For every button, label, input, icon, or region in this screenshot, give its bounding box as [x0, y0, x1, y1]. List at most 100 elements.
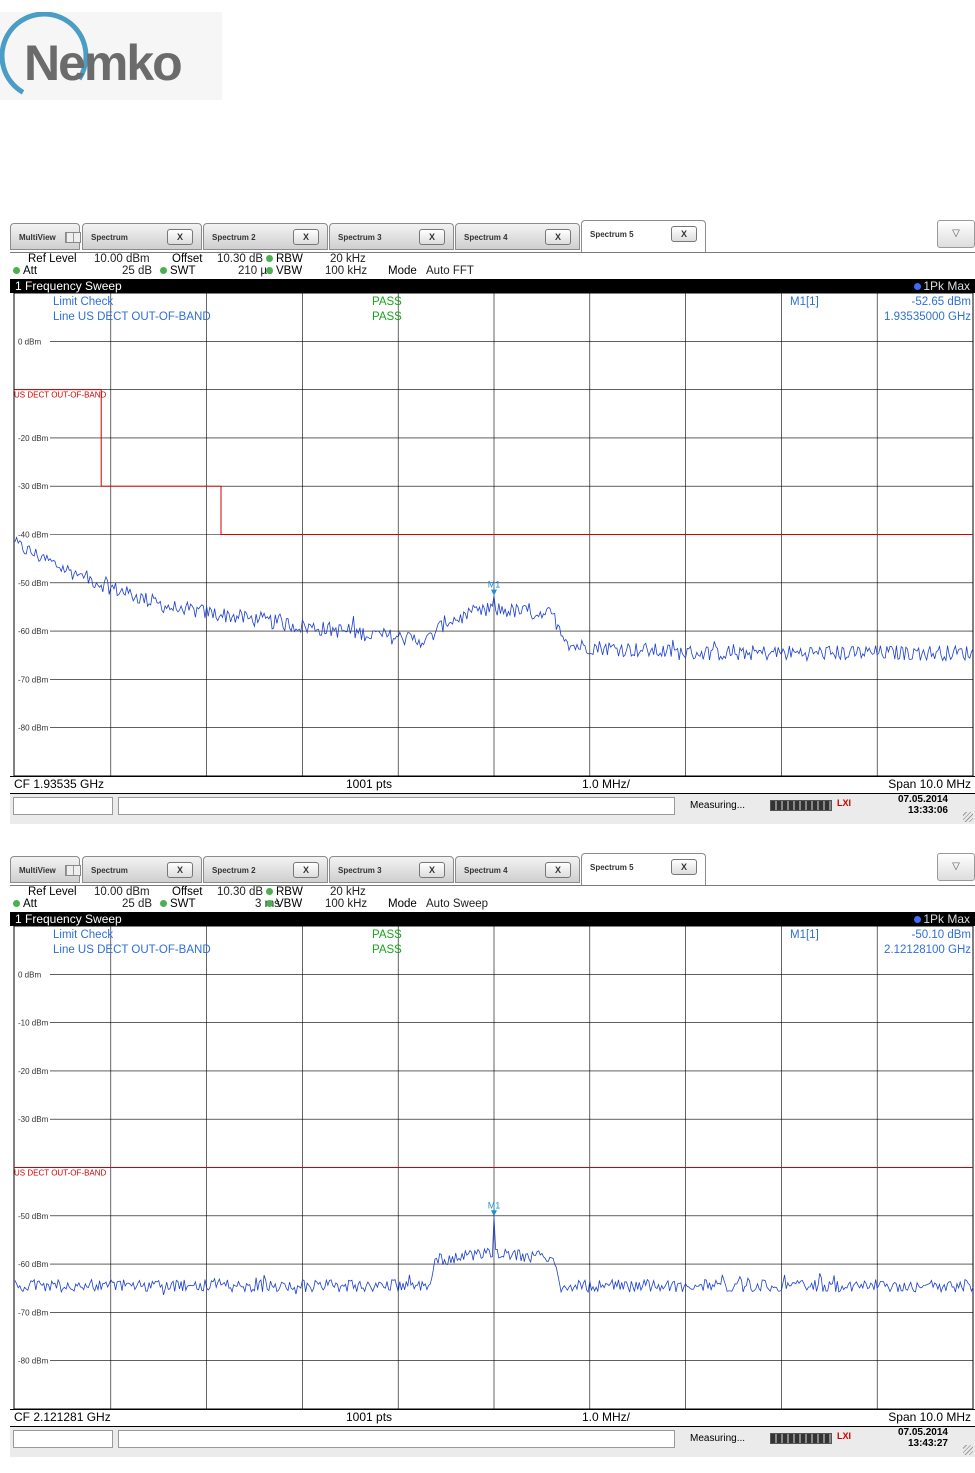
- marker-triangle-icon: [491, 1210, 497, 1217]
- center-frequency: CF 1.93535 GHz: [14, 777, 105, 791]
- tab-spectrum-5[interactable]: Spectrum 5 X: [581, 220, 706, 252]
- measuring-status: Measuring...: [690, 1433, 746, 1444]
- tab-multiview[interactable]: MultiView: [10, 856, 81, 883]
- frequency-axis-bar: CF 1.93535 GHz 1001 pts 1.0 MHz/ Span 10…: [10, 776, 975, 794]
- dropdown-button[interactable]: ▽: [937, 853, 975, 881]
- spectrum-plot[interactable]: 0 dBm -10 dBm -20 dBm -30 dBm -50 dBm -60 dBm…: [10, 926, 975, 1409]
- limit-check-result: PASS: [372, 296, 402, 308]
- tab-spectrum-3[interactable]: Spectrum 3 X: [329, 856, 454, 883]
- tab-close-button[interactable]: X: [419, 862, 445, 878]
- coupling-dot-icon: [266, 267, 273, 275]
- status-field: [13, 797, 113, 815]
- tab-close-button[interactable]: X: [293, 862, 319, 878]
- progress-bar: [770, 800, 832, 811]
- span: Span 10.0 MHz: [888, 777, 971, 791]
- frequency-axis-bar: CF 2.121281 GHz 1001 pts 1.0 MHz/ Span 1…: [10, 1409, 975, 1427]
- tab-close-button[interactable]: X: [167, 229, 193, 245]
- measuring-status: Measuring...: [690, 800, 746, 811]
- ref-level-value: 10.00 dBm: [94, 886, 150, 898]
- sweep-points: 1001 pts: [346, 777, 393, 791]
- limit-line-label: Line US DECT OUT-OF-BAND: [53, 944, 211, 956]
- lxi-icon: LXI: [837, 798, 852, 808]
- status-bar: Measuring... LXI 07.05.2014 13:43:27: [10, 1427, 975, 1457]
- sweep-title: 1 Frequency Sweep: [15, 912, 122, 926]
- progress-bar: [770, 1433, 832, 1444]
- frequency-per-division: 1.0 MHz/: [582, 777, 631, 791]
- vbw-label: VBW: [276, 265, 303, 277]
- tab-close-button[interactable]: X: [671, 226, 697, 242]
- limit-line-label: Line US DECT OUT-OF-BAND: [53, 311, 211, 323]
- coupling-dot-icon: [266, 900, 273, 908]
- y-tick-label: -80 dBm: [18, 724, 49, 733]
- time: 13:43:27: [907, 1438, 948, 1449]
- ref-level-value: 10.00 dBm: [94, 253, 150, 265]
- mode-value: Auto FFT: [426, 265, 474, 277]
- swt-label: SWT: [170, 265, 196, 277]
- y-tick-label: -50 dBm: [18, 579, 49, 588]
- tab-label: Spectrum 4: [464, 233, 508, 242]
- y-tick-label: -20 dBm: [18, 434, 49, 443]
- ref-level-label: Ref Level: [28, 253, 77, 265]
- tab-label: Spectrum 3: [338, 866, 382, 875]
- limit-check-label: Limit Check: [53, 296, 113, 308]
- y-tick-label: -60 dBm: [18, 627, 49, 636]
- trace-mode: 1Pk Max: [923, 912, 970, 926]
- tab-close-button[interactable]: X: [545, 862, 571, 878]
- marker-label: M1[1]: [790, 296, 819, 308]
- tab-spectrum-5[interactable]: Spectrum 5 X: [581, 853, 706, 885]
- tab-close-button[interactable]: X: [671, 859, 697, 875]
- resize-grip[interactable]: [963, 812, 973, 822]
- y-tick-label: -50 dBm: [18, 1212, 49, 1221]
- status-field: [13, 1430, 113, 1448]
- spectrum-plot[interactable]: 0 dBm -20 dBm -30 dBm -40 dBm -50 dBm -60 dBm…: [10, 293, 975, 776]
- coupling-dot-icon: [266, 255, 273, 263]
- center-frequency: CF 2.121281 GHz: [14, 1410, 111, 1424]
- sweep-title-bar: 1 Frequency Sweep 1Pk Max: [10, 912, 975, 926]
- limit-check-result: PASS: [372, 929, 402, 941]
- y-tick-label: -80 dBm: [18, 1357, 49, 1366]
- trace-mode: 1Pk Max: [923, 279, 970, 293]
- y-tick-label: -20 dBm: [18, 1067, 49, 1076]
- y-tick-label: -10 dBm: [18, 1019, 49, 1028]
- att-label: Att: [23, 898, 38, 910]
- tab-close-button[interactable]: X: [293, 229, 319, 245]
- sweep-title: 1 Frequency Sweep: [15, 279, 122, 293]
- offset-label: Offset: [172, 253, 203, 265]
- tab-label: MultiView: [19, 233, 56, 242]
- rbw-value: 20 kHz: [330, 886, 366, 898]
- ref-level-label: Ref Level: [28, 886, 77, 898]
- tab-spectrum[interactable]: Spectrum X: [82, 223, 202, 250]
- tab-multiview[interactable]: MultiView: [10, 223, 81, 250]
- tab-close-button[interactable]: X: [545, 229, 571, 245]
- tab-label: Spectrum 3: [338, 233, 382, 242]
- tab-label: MultiView: [19, 866, 56, 875]
- logo-text: Nemko: [24, 35, 183, 91]
- limit-line-name: US DECT OUT-OF-BAND: [14, 1169, 107, 1178]
- tab-spectrum-2[interactable]: Spectrum 2 X: [203, 223, 328, 250]
- dropdown-button[interactable]: ▽: [937, 220, 975, 248]
- tab-label: Spectrum 4: [464, 866, 508, 875]
- tab-spectrum-4[interactable]: Spectrum 4 X: [455, 856, 580, 883]
- y-tick-label: -70 dBm: [18, 675, 49, 684]
- marker-frequency: 1.93535000 GHz: [884, 311, 971, 323]
- tab-close-button[interactable]: X: [419, 229, 445, 245]
- span: Span 10.0 MHz: [888, 1410, 971, 1424]
- vbw-value: 100 kHz: [325, 898, 368, 910]
- tab-close-button[interactable]: X: [167, 862, 193, 878]
- resize-grip[interactable]: [963, 1445, 973, 1455]
- measurement-parameters: Ref Level 10.00 dBm Offset 10.30 dB RBW …: [10, 886, 975, 912]
- coupling-dot-icon: [160, 900, 167, 908]
- frequency-per-division: 1.0 MHz/: [582, 1410, 631, 1424]
- rbw-label: RBW: [276, 886, 303, 898]
- tab-spectrum-4[interactable]: Spectrum 4 X: [455, 223, 580, 250]
- limit-line-result: PASS: [372, 944, 402, 956]
- tab-spectrum[interactable]: Spectrum X: [82, 856, 202, 883]
- tab-spectrum-2[interactable]: Spectrum 2 X: [203, 856, 328, 883]
- y-tick-label: -30 dBm: [18, 1115, 49, 1124]
- coupling-dot-icon: [160, 267, 167, 275]
- tab-label: Spectrum: [91, 866, 128, 875]
- tab-spectrum-3[interactable]: Spectrum 3 X: [329, 223, 454, 250]
- att-label: Att: [23, 265, 38, 277]
- date: 07.05.2014: [897, 1427, 948, 1438]
- y-tick-label: 0 dBm: [18, 337, 41, 346]
